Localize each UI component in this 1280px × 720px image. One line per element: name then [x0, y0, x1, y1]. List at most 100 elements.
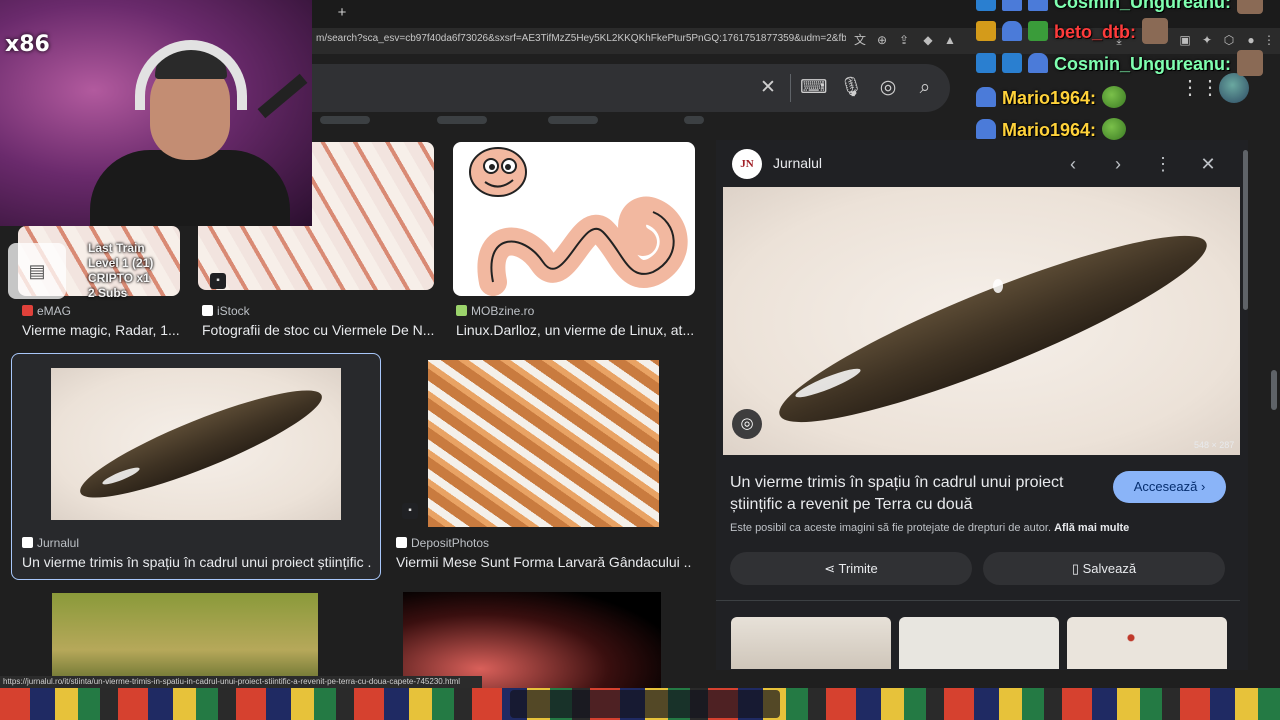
pepe-emote-icon	[1102, 86, 1127, 108]
copyright-text: Este posibil ca aceste imagini să fie pr…	[730, 522, 1052, 534]
extension-icon[interactable]: ◆	[919, 31, 937, 49]
keyboard-icon[interactable]: ⌨	[800, 75, 827, 101]
hype-train-widget: Last Train Level 1 (21) CRIPTO x1 2 Subs	[88, 241, 188, 301]
filter-chip[interactable]	[320, 116, 370, 124]
save-button[interactable]: ▯ Salvează	[983, 552, 1225, 585]
result-title[interactable]: Linux.Darlloz, un vierme de Linux, at...	[456, 322, 696, 340]
result-title[interactable]: Un vierme trimis în spațiu în cadrul unu…	[22, 554, 372, 572]
share-page-icon[interactable]: ⇪	[895, 31, 913, 49]
learn-more-link[interactable]: Află mai multe	[1054, 522, 1129, 534]
result-source[interactable]: iStock	[202, 304, 250, 318]
search-icon[interactable]: ⌕	[912, 75, 938, 101]
result-thumbnail[interactable]	[52, 593, 318, 688]
close-icon[interactable]: ✕	[1195, 151, 1221, 177]
chat-message: beto_dtb:	[976, 18, 1168, 46]
lens-icon[interactable]: ◎	[875, 75, 901, 101]
share-button-label: Trimite	[838, 561, 878, 576]
badge-icon	[976, 0, 996, 11]
badge-icon	[1028, 0, 1048, 11]
menu-icon[interactable]: ⋮	[1260, 31, 1278, 49]
extension-icon[interactable]: ⬡	[1220, 31, 1238, 49]
extension-icon[interactable]: ✦	[1198, 31, 1216, 49]
address-bar-url[interactable]: m/search?sca_esv=cb97f40da6f73026&sxsrf=…	[316, 33, 846, 49]
related-image[interactable]	[899, 617, 1059, 669]
headphones	[135, 40, 247, 110]
site-favicon	[456, 305, 467, 316]
worm-highlight	[993, 279, 1003, 293]
cartoon-worm-image	[469, 147, 688, 296]
badge-icon	[1028, 21, 1048, 41]
badge-icon	[976, 87, 996, 107]
next-icon[interactable]: ›	[1105, 151, 1131, 177]
stream-brand: x86	[5, 32, 50, 57]
result-source-name: MOBzine.ro	[471, 304, 535, 318]
train-line: CRIPTO x1	[88, 271, 150, 285]
chat-message: Mario1964:	[976, 84, 1127, 112]
result-source[interactable]: Jurnalul	[22, 536, 79, 550]
result-source[interactable]: eMAG	[22, 304, 71, 318]
result-title[interactable]: Vierme magic, Radar, 1...	[22, 322, 184, 340]
taskbar-apps[interactable]	[510, 690, 780, 718]
chat-username: Cosmin_Ungureanu:	[1054, 54, 1232, 74]
result-thumbnail[interactable]	[428, 360, 659, 527]
extension-icon[interactable]: ●	[1242, 31, 1260, 49]
result-source-name: eMAG	[37, 304, 72, 318]
more-icon[interactable]: ⋮	[1150, 151, 1176, 177]
new-tab-button[interactable]: +	[334, 4, 350, 22]
panel-site-name[interactable]: Jurnalul	[773, 155, 822, 171]
badge-icon	[1028, 53, 1048, 73]
worm-image	[765, 207, 1221, 451]
save-button-label: Salvează	[1082, 561, 1137, 576]
image-dimensions: 548 × 287	[1194, 440, 1235, 450]
result-source[interactable]: MOBzine.ro	[456, 304, 534, 318]
panel-title[interactable]: Un vierme trimis în spațiu în cadrul unu…	[730, 472, 1100, 516]
related-image[interactable]	[1067, 617, 1227, 669]
filter-chip[interactable]	[437, 116, 487, 124]
emote-icon	[1141, 18, 1168, 44]
page-scrollbar[interactable]	[1271, 370, 1277, 410]
site-favicon	[22, 537, 33, 548]
panel-scrollbar[interactable]	[1243, 150, 1248, 310]
tabs-icon[interactable]: ▣	[1176, 31, 1194, 49]
related-image[interactable]	[731, 617, 891, 669]
badge-icon	[976, 53, 996, 73]
visual-search-icon[interactable]: ◎	[732, 409, 762, 439]
result-title[interactable]: Viermii Mese Sunt Forma Larvară Gândacul…	[396, 554, 692, 572]
train-icon: ▤	[8, 243, 66, 299]
panel-preview-image[interactable]	[723, 187, 1240, 455]
result-thumbnail[interactable]	[403, 592, 661, 688]
extension-icon[interactable]: ▲	[941, 31, 959, 49]
result-thumbnail[interactable]	[453, 142, 695, 296]
share-button[interactable]: ⋖ Trimite	[730, 552, 972, 585]
emote-icon	[1237, 50, 1264, 76]
divider	[716, 600, 1240, 601]
bookmark-icon: ▯	[1071, 561, 1080, 576]
chat-username: Cosmin_Ungureanu:	[1054, 0, 1232, 12]
result-title[interactable]: Fotografii de stoc cu Viermele De N...	[202, 322, 436, 340]
chat-username: Mario1964:	[1002, 88, 1097, 108]
result-source[interactable]: DepositPhotos	[396, 536, 489, 550]
translate-icon[interactable]: 文	[851, 31, 869, 49]
apps-icon[interactable]: ⋮⋮	[1180, 76, 1220, 100]
prev-icon[interactable]: ‹	[1060, 151, 1086, 177]
badge-icon	[1002, 0, 1022, 11]
result-source-name: Jurnalul	[37, 536, 80, 550]
mic-icon[interactable]: 🎙	[838, 75, 864, 101]
visit-button-label: Accesează	[1133, 479, 1198, 494]
copyright-notice: Este posibil ca aceste imagini să fie pr…	[730, 522, 1129, 534]
visit-button[interactable]: Accesează ›	[1113, 471, 1226, 503]
search-divider	[790, 74, 791, 102]
worm-image	[71, 373, 331, 515]
chat-message: Cosmin_Ungureanu:	[976, 50, 1264, 78]
emote-icon	[1237, 0, 1264, 14]
result-thumbnail[interactable]	[51, 368, 341, 520]
site-logo: JN	[732, 149, 762, 179]
filter-chip[interactable]	[548, 116, 598, 124]
filter-chip[interactable]	[684, 116, 704, 124]
status-url: https://jurnalul.ro/it/stiinta/un-vierme…	[0, 676, 482, 688]
site-favicon	[202, 305, 213, 316]
site-favicon	[22, 305, 33, 316]
clear-search-icon[interactable]: ✕	[755, 75, 781, 101]
train-line: 2 Subs	[88, 286, 128, 300]
zoom-icon[interactable]: ⊕	[873, 31, 891, 49]
